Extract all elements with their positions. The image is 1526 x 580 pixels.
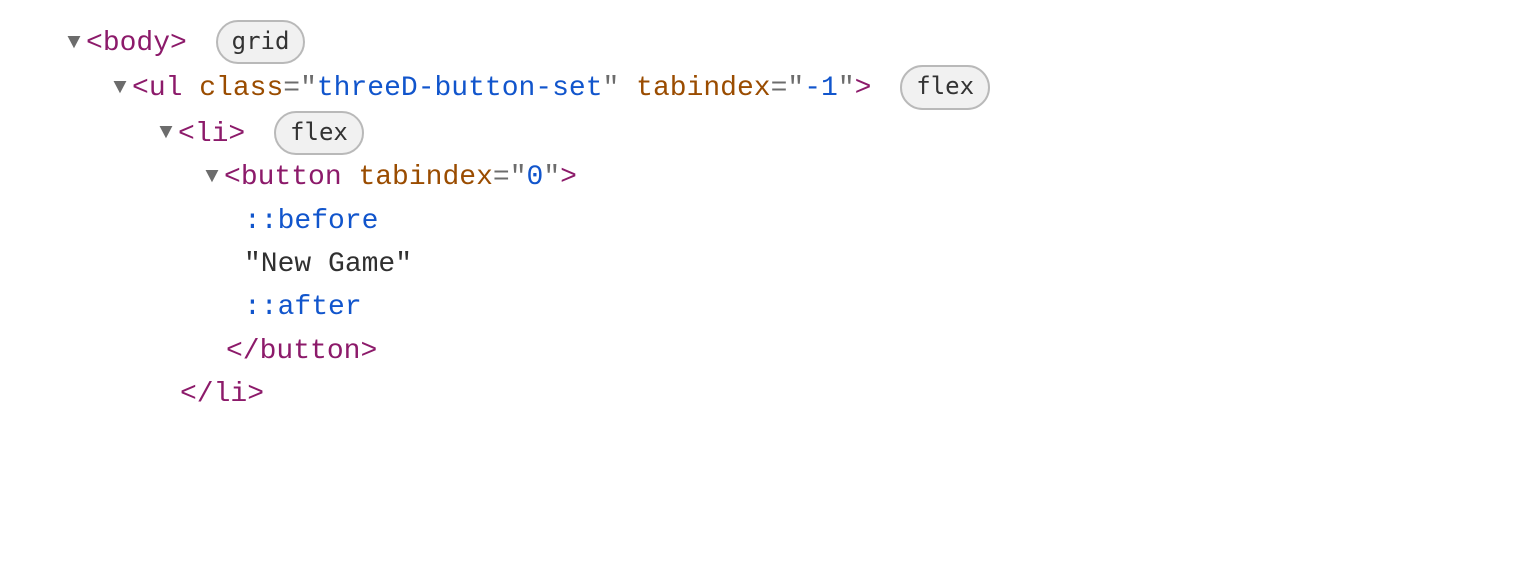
text-content: "New Game": [244, 249, 412, 280]
tag-name: li: [195, 119, 229, 150]
layout-badge[interactable]: grid: [216, 20, 306, 64]
tag-name: ul: [149, 73, 183, 104]
tree-node-pseudo-before[interactable]: ::before: [60, 200, 1526, 243]
tree-node-text[interactable]: "New Game": [60, 243, 1526, 286]
layout-badge[interactable]: flex: [900, 65, 990, 109]
pseudo-element: ::after: [244, 292, 362, 323]
tree-node-li[interactable]: ▼<li> flex: [60, 111, 1526, 156]
expand-arrow-icon[interactable]: ▼: [152, 116, 180, 150]
tag-name: button: [260, 336, 361, 367]
expand-arrow-icon[interactable]: ▼: [106, 71, 134, 105]
tree-node-button[interactable]: ▼<button tabindex="0">: [60, 156, 1526, 199]
expand-arrow-icon[interactable]: ▼: [198, 160, 226, 194]
layout-badge[interactable]: flex: [274, 111, 364, 155]
attr-value: 0: [527, 162, 544, 193]
tag-name: body: [103, 28, 170, 59]
tag-name: li: [214, 379, 248, 410]
attr-name: tabindex: [358, 162, 492, 193]
expand-arrow-icon[interactable]: ▼: [60, 26, 88, 60]
attr-value: threeD-button-set: [317, 73, 603, 104]
tree-node-ul[interactable]: ▼<ul class="threeD-button-set" tabindex=…: [60, 65, 1526, 110]
pseudo-element: ::before: [244, 206, 378, 237]
tag-name: button: [241, 162, 342, 193]
tree-node-close-button[interactable]: </button>: [60, 330, 1526, 373]
tree-node-pseudo-after[interactable]: ::after: [60, 286, 1526, 329]
dom-tree: ▼<body> grid ▼<ul class="threeD-button-s…: [0, 0, 1526, 437]
tree-node-body[interactable]: ▼<body> grid: [60, 20, 1526, 65]
tree-node-close-li[interactable]: </li>: [60, 373, 1526, 416]
attr-name: class: [199, 73, 283, 104]
attr-value: -1: [804, 73, 838, 104]
attr-name: tabindex: [636, 73, 770, 104]
